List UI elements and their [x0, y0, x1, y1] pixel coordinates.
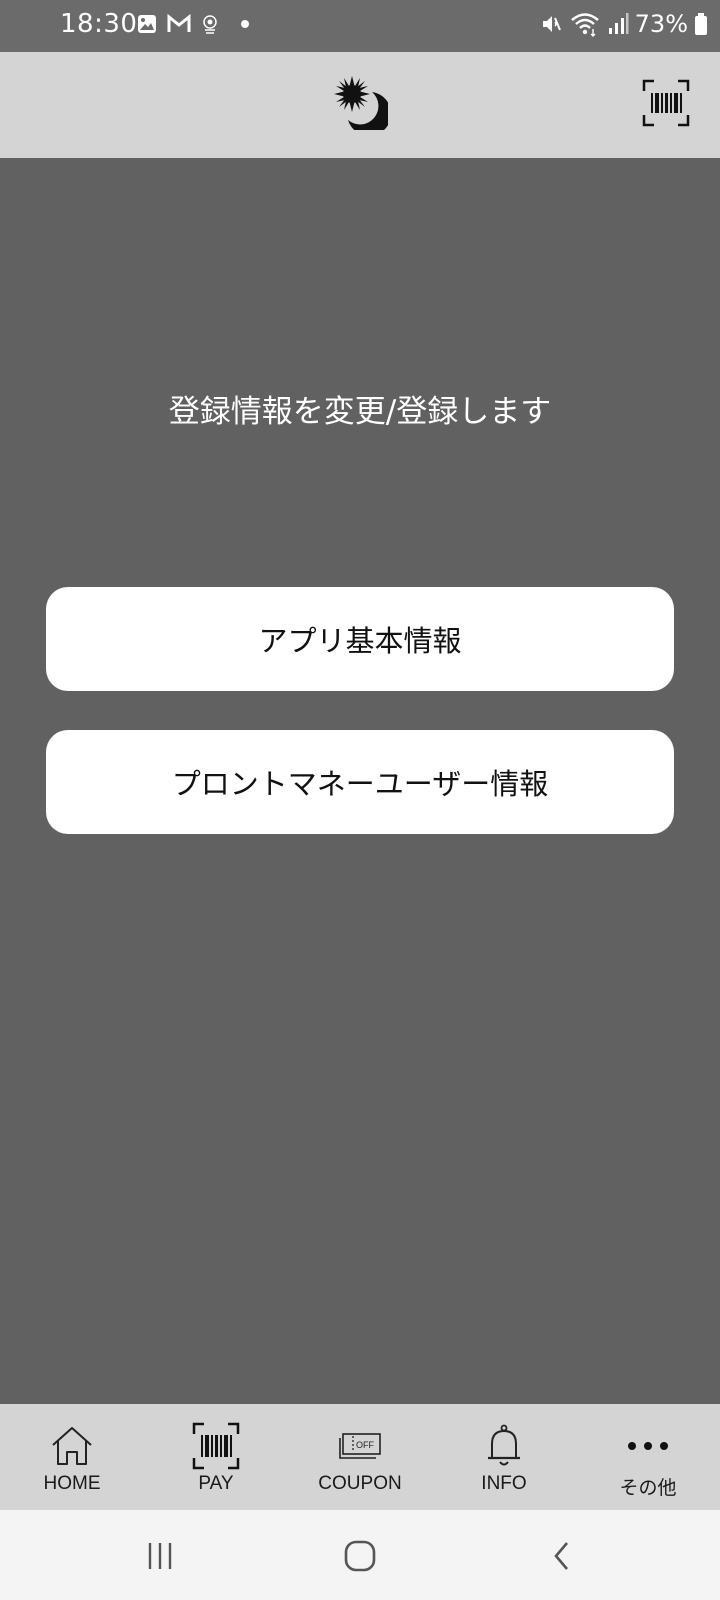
gmail-icon — [167, 14, 191, 32]
tab-coupon[interactable]: OFF COUPON — [288, 1404, 432, 1510]
tab-other[interactable]: その他 — [576, 1404, 720, 1510]
app-basic-info-button[interactable]: アプリ基本情報 — [46, 587, 674, 691]
back-button[interactable] — [538, 1532, 586, 1580]
tab-pay-label: PAY — [198, 1473, 234, 1494]
status-left-icons — [137, 14, 255, 34]
battery-percent: 73% — [634, 10, 688, 38]
recents-button[interactable] — [136, 1532, 184, 1580]
recents-icon — [148, 1543, 172, 1569]
tab-info-label: INFO — [481, 1473, 527, 1494]
signal-icon — [608, 13, 629, 34]
dot-icon — [241, 20, 249, 28]
tab-coupon-label: COUPON — [318, 1473, 402, 1494]
svg-text:OFF: OFF — [356, 1440, 374, 1450]
pronto-money-user-info-label: プロントマネーユーザー情報 — [171, 767, 549, 801]
app-notification-icon — [203, 15, 217, 34]
gallery-icon — [138, 15, 156, 33]
tab-info[interactable]: INFO — [432, 1404, 576, 1510]
sun-moon-logo — [334, 76, 388, 130]
pronto-money-user-info-button[interactable]: プロントマネーユーザー情報 — [46, 730, 674, 834]
bottom-tab-bar: HOME PAY OFF COUPON INFO その他 — [0, 1404, 720, 1510]
home-icon — [52, 1427, 92, 1465]
system-nav-bar — [0, 1510, 720, 1600]
bell-icon — [488, 1424, 520, 1466]
page-heading: 登録情報を変更/登録します — [168, 394, 552, 430]
barcode-icon — [192, 1422, 240, 1470]
home-circle-icon — [344, 1540, 376, 1572]
app-header — [0, 52, 720, 158]
status-bar: 18:30 73% — [0, 0, 720, 52]
status-time: 18:30 — [60, 9, 138, 39]
wifi-icon — [570, 13, 599, 37]
tab-pay[interactable]: PAY — [144, 1404, 288, 1510]
app-basic-info-label: アプリ基本情報 — [258, 624, 462, 658]
mute-icon — [542, 16, 561, 32]
back-icon — [554, 1542, 568, 1570]
tab-home-label: HOME — [43, 1473, 101, 1494]
home-nav-button[interactable] — [336, 1532, 384, 1580]
coupon-icon: OFF — [339, 1433, 381, 1459]
status-right-icons: 73% — [539, 10, 708, 38]
battery-icon — [695, 13, 707, 35]
more-icon — [628, 1442, 668, 1450]
main-content: 登録情報を変更/登録します アプリ基本情報 プロントマネーユーザー情報 — [0, 158, 720, 1404]
barcode-scan-icon[interactable] — [642, 79, 690, 127]
tab-home[interactable]: HOME — [0, 1404, 144, 1510]
tab-other-label: その他 — [619, 1478, 677, 1499]
